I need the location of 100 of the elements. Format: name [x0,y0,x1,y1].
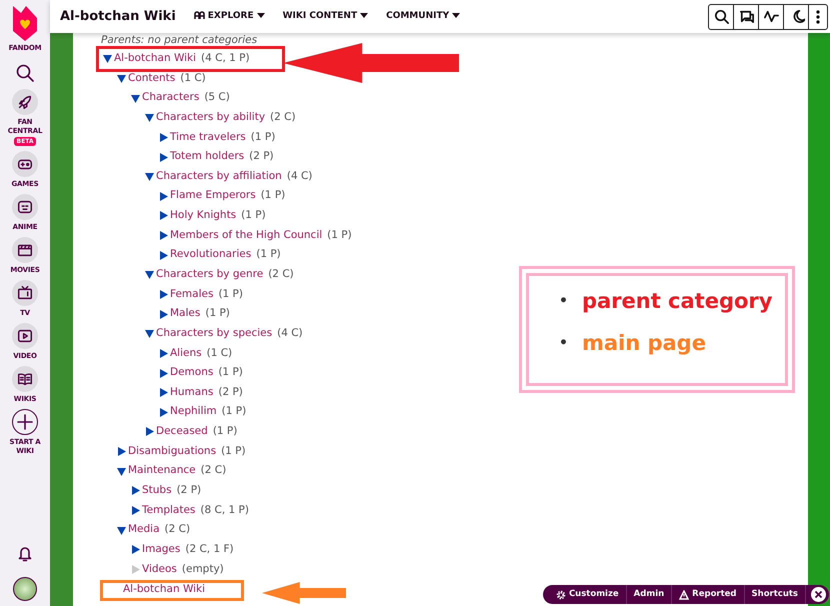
collapsed-triangle-icon[interactable] [159,192,168,201]
collapsed-triangle-icon[interactable] [159,408,168,417]
collapsed-triangle-icon[interactable] [131,486,140,496]
category-count: (1 P) [256,247,281,262]
category-count: (1 P) [241,208,266,224]
category-link[interactable]: Aliens [170,346,202,362]
collapsed-triangle-icon[interactable] [159,231,168,240]
category-link[interactable]: Time travelers [170,130,246,146]
category-count: (4 C, 1 P) [201,50,250,66]
collapsed-triangle-icon[interactable] [159,152,168,162]
category-count: (2 C) [164,522,190,538]
nav-menu[interactable]: COMMUNITY [386,10,460,24]
expanded-triangle-icon[interactable] [145,329,154,338]
avatar[interactable] [13,577,37,601]
category-link[interactable]: Nephilim [170,404,217,420]
category-link[interactable]: Contents [128,70,176,86]
expanded-triangle-icon[interactable] [117,74,126,83]
parents-text: Parents: no parent categories [101,33,258,47]
collapsed-triangle-icon[interactable] [159,388,168,398]
category-count: (1 P) [218,286,243,302]
category-link[interactable]: Templates [142,502,196,518]
nav-menu[interactable]: EXPLORE [194,10,265,24]
category-link[interactable]: Al-botchan Wiki [114,50,196,67]
category-count: (empty) [182,562,224,577]
category-link[interactable]: Demons [170,365,214,381]
video-icon[interactable] [12,323,38,349]
category-link[interactable]: Totem holders [170,149,244,165]
category-link[interactable]: Characters by affiliation [156,168,282,185]
category-link[interactable]: Holy Knights [170,208,236,224]
toolbar-item[interactable]: Admin [626,585,672,604]
toolbar-item[interactable]: Shortcuts [744,585,806,604]
category-count: (8 C, 1 P) [200,502,249,518]
expanded-triangle-icon[interactable] [131,94,140,103]
category-link[interactable]: Members of the High Council [170,228,322,244]
gamepad-icon[interactable] [12,151,38,177]
category-link[interactable]: Characters by species [156,326,272,342]
fandom-logo-icon[interactable] [10,4,40,42]
category-count: (1 P) [205,306,230,322]
category-count: (1 C) [180,70,206,86]
category-link[interactable]: Deceased [156,424,208,440]
legend-item: main page [582,330,706,356]
category-count: (2 C) [268,266,294,282]
expanded-triangle-icon[interactable] [145,113,154,122]
expanded-triangle-icon[interactable] [117,466,126,476]
collapsed-triangle-icon[interactable] [159,290,168,299]
collapsed-triangle-icon[interactable] [131,545,140,554]
collapsed-triangle-icon[interactable] [131,506,140,516]
collapsed-triangle-icon[interactable] [117,447,126,456]
category-link[interactable]: Images [142,542,180,558]
category-count: (1 P) [212,424,238,440]
category-link[interactable]: Flame Emperors [170,188,256,204]
category-count: (1 P) [327,228,352,243]
nav-menu[interactable]: WIKI CONTENT [282,10,368,24]
rocket-icon[interactable] [12,89,38,115]
category-link[interactable]: Characters [142,90,200,106]
collapsed-triangle-icon[interactable] [145,427,154,436]
category-link[interactable]: Media [128,522,160,538]
face-icon[interactable] [12,194,38,220]
category-link[interactable]: Characters by genre [156,266,264,283]
category-link[interactable]: Males [170,306,200,322]
category-count: (1 C) [206,346,232,361]
category-count: (2 C) [200,463,226,478]
category-link[interactable]: Females [170,286,214,302]
expanded-triangle-icon[interactable] [145,270,154,280]
collapsed-triangle-icon[interactable] [159,310,168,319]
tv-icon[interactable] [12,280,38,306]
category-count: (1 P) [260,188,286,204]
category-link[interactable]: Stubs [142,483,172,499]
category-link[interactable]: Characters by ability [156,110,266,126]
category-link[interactable]: Humans [170,384,214,401]
bullet-mark: • [559,292,568,310]
gear-icon [556,590,566,600]
collapsed-triangle-icon[interactable] [159,368,168,378]
collapsed-triangle-icon[interactable] [159,132,168,142]
category-link[interactable]: Disambiguations [128,444,216,460]
clapperboard-icon[interactable] [12,237,38,263]
category-link[interactable]: Videos [142,562,177,578]
category-count: (2 P) [176,483,202,498]
toolbar-item[interactable]: Reported [672,585,745,604]
expanded-triangle-icon[interactable] [117,526,126,535]
main-page-link[interactable]: Al-botchan Wiki [123,582,206,598]
category-count: (1 P) [218,365,243,380]
collapsed-triangle-icon[interactable] [159,348,168,358]
category-link[interactable]: Maintenance [128,463,196,480]
plus-icon[interactable] [12,409,38,435]
collapsed-triangle-icon[interactable] [159,211,168,220]
collapsed-triangle-icon[interactable] [159,250,168,260]
category-link[interactable]: Revolutionaries [170,247,252,264]
category-count: (2 C) [270,110,296,125]
warning-icon [679,590,690,600]
book-icon[interactable] [12,366,38,392]
category-count: (2 P) [249,149,274,164]
close-icon[interactable] [811,587,826,602]
toolbar-item[interactable]: Customize [548,585,627,604]
expanded-triangle-icon[interactable] [103,54,112,64]
category-count: (4 C) [286,168,312,184]
expanded-triangle-icon[interactable] [145,172,154,182]
category-count: (5 C) [204,90,230,106]
category-count: (1 P) [221,444,246,459]
wiki-title[interactable]: Al-botchan Wiki [60,6,176,26]
